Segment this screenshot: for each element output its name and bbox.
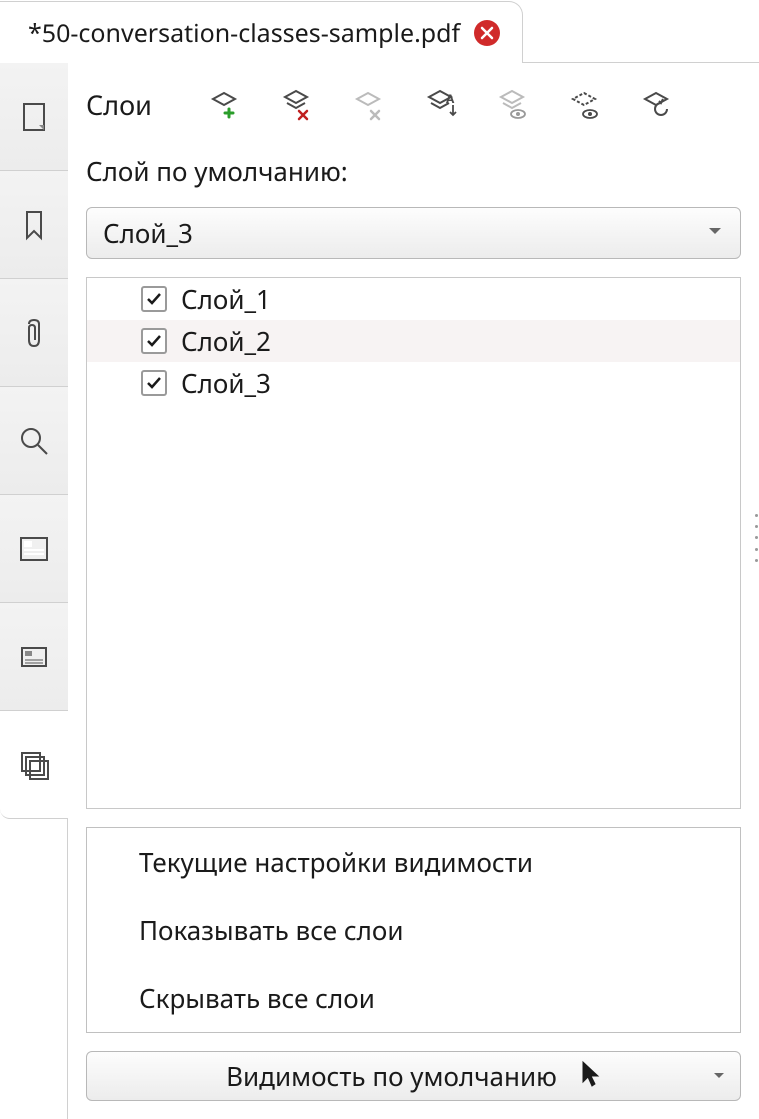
layer-checkbox[interactable] xyxy=(141,328,167,354)
layers-panel: Слои A xyxy=(68,63,759,1119)
body-area: Слои A xyxy=(0,62,759,1119)
sidebar-page-icon[interactable] xyxy=(0,63,68,171)
remove-empty-layer-button[interactable] xyxy=(332,83,404,125)
resize-handle[interactable] xyxy=(753,510,759,566)
app-window: *50-conversation-classes-sample.pdf xyxy=(0,0,759,1119)
default-layer-dropdown[interactable]: Слой_3 xyxy=(86,207,741,259)
tab-bar: *50-conversation-classes-sample.pdf xyxy=(0,0,759,62)
visibility-menu-item-hide-all[interactable]: Скрывать все слои xyxy=(87,964,740,1032)
sidebar-optional-content-icon[interactable] xyxy=(0,495,68,603)
chevron-down-icon xyxy=(712,1065,726,1087)
sidebar xyxy=(0,63,68,1119)
panel-toolbar: Слои A xyxy=(86,83,741,125)
sidebar-bookmark-icon[interactable] xyxy=(0,171,68,279)
toggle-visibility-button[interactable] xyxy=(476,83,548,125)
chevron-down-icon xyxy=(706,222,724,245)
svg-text:A: A xyxy=(446,90,455,107)
close-icon[interactable] xyxy=(474,20,500,46)
document-tab[interactable]: *50-conversation-classes-sample.pdf xyxy=(0,1,523,63)
layer-name: Слой_1 xyxy=(181,281,271,317)
visibility-default-button[interactable]: Видимость по умолчанию xyxy=(86,1051,741,1101)
panel-title: Слои xyxy=(86,86,152,123)
rename-layer-button[interactable]: A xyxy=(404,83,476,125)
layer-checkbox[interactable] xyxy=(141,286,167,312)
tab-title: *50-conversation-classes-sample.pdf xyxy=(28,16,460,50)
dropdown-selected: Слой_3 xyxy=(103,215,193,251)
default-layer-label: Слой по умолчанию: xyxy=(86,153,741,189)
select-layer-button[interactable] xyxy=(548,83,620,125)
cursor-icon xyxy=(581,1060,601,1093)
sidebar-layers-icon[interactable] xyxy=(0,711,68,819)
layer-list: Слой_1 Слой_2 Слой_3 xyxy=(86,277,741,809)
visibility-menu: Текущие настройки видимости Показывать в… xyxy=(86,827,741,1033)
visibility-menu-item-current[interactable]: Текущие настройки видимости xyxy=(87,828,740,896)
layer-name: Слой_3 xyxy=(181,365,271,401)
add-layer-button[interactable] xyxy=(188,83,260,125)
layer-item[interactable]: Слой_1 xyxy=(87,278,740,320)
visibility-button-label: Видимость по умолчанию xyxy=(226,1058,557,1094)
delete-layer-button[interactable] xyxy=(260,83,332,125)
sidebar-attachment-icon[interactable] xyxy=(0,279,68,387)
sidebar-search-icon[interactable] xyxy=(0,387,68,495)
sidebar-properties-icon[interactable] xyxy=(0,603,68,711)
reset-layer-button[interactable] xyxy=(620,83,692,125)
layer-checkbox[interactable] xyxy=(141,370,167,396)
layer-item[interactable]: Слой_3 xyxy=(87,362,740,404)
layer-name: Слой_2 xyxy=(181,323,271,359)
visibility-menu-item-show-all[interactable]: Показывать все слои xyxy=(87,896,740,964)
layer-item[interactable]: Слой_2 xyxy=(87,320,740,362)
